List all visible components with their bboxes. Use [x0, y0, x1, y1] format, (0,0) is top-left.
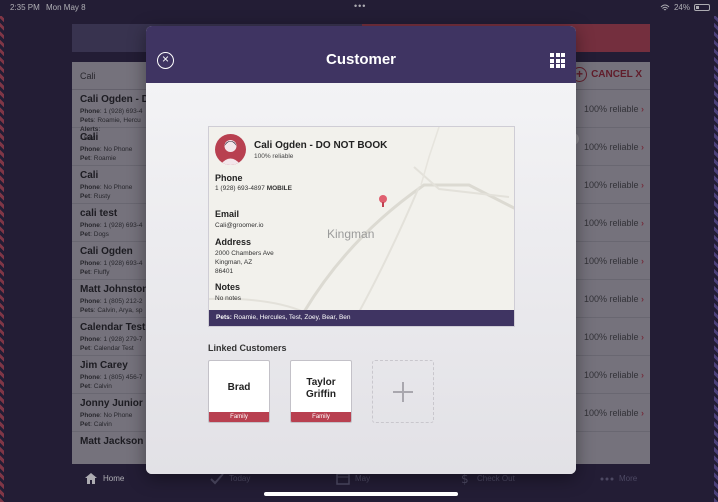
linked-customer-card[interactable]: Brad Family [208, 360, 270, 423]
phone-value[interactable]: 1 (928) 693-4897 MOBILE [215, 184, 292, 193]
phone-type: MOBILE [266, 185, 292, 192]
phone-label: Phone [215, 173, 243, 183]
grid-menu-icon[interactable] [550, 53, 565, 68]
linked-customer-name: Taylor Griffin [306, 377, 336, 400]
phone-number[interactable]: 1 (928) 693-4897 [215, 185, 265, 192]
modal-body: Kingman Cali Ogden - DO NOT BOOK 100% re… [146, 83, 576, 474]
pets-list: Roamie, Hercules, Test, Zoey, Bear, Ben [233, 314, 351, 321]
map-pin-icon[interactable] [379, 195, 387, 207]
modal-header: × Customer [146, 26, 576, 83]
address-value[interactable]: 2000 Chambers Ave Kingman, AZ 86401 [215, 249, 274, 276]
customer-modal: × Customer Kingman Cali Ogden - DO NOT B… [146, 26, 576, 474]
address-line-2: Kingman, AZ [215, 259, 253, 266]
pets-bar: Pets: Roamie, Hercules, Test, Zoey, Bear… [209, 310, 514, 326]
linked-customer-card[interactable]: Taylor Griffin Family [290, 360, 352, 423]
email-value[interactable]: Cali@groomer.io [215, 221, 264, 230]
pets-label: Pets: [216, 314, 232, 321]
notes-value: No notes [215, 295, 242, 302]
home-indicator[interactable] [264, 492, 458, 496]
avatar [215, 134, 246, 165]
modal-title: Customer [325, 51, 396, 68]
linked-customers-title: Linked Customers [208, 343, 287, 353]
user-icon [220, 140, 241, 165]
address-label: Address [215, 237, 252, 247]
linked-customer-name: Brad [227, 382, 251, 393]
notes-label: Notes [215, 282, 241, 292]
linked-customer-tag: Family [291, 412, 351, 422]
customer-name: Cali Ogden - DO NOT BOOK [254, 140, 388, 151]
address-line-1: 2000 Chambers Ave [215, 250, 274, 257]
map-city-label: Kingman [327, 227, 375, 241]
customer-card[interactable]: Kingman Cali Ogden - DO NOT BOOK 100% re… [208, 126, 515, 327]
email-label: Email [215, 209, 240, 219]
linked-customer-tag: Family [209, 412, 269, 422]
address-line-3: 86401 [215, 268, 234, 275]
add-linked-customer-button[interactable] [372, 360, 434, 423]
customer-reliability: 100% reliable [254, 153, 294, 160]
